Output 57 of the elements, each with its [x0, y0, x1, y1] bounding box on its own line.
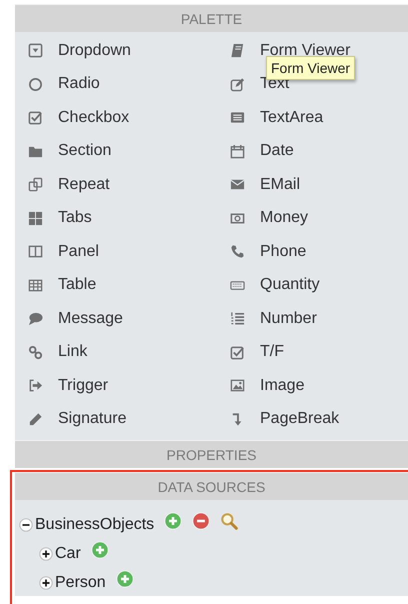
palette-item[interactable]: Money — [230, 202, 350, 235]
collapse-toggle[interactable] — [19, 518, 33, 532]
palette-item[interactable]: Checkbox — [28, 101, 230, 134]
panel-header: DATA SOURCES — [15, 472, 408, 500]
palette-item[interactable]: Quantity — [230, 268, 350, 302]
add-button[interactable] — [164, 512, 182, 530]
palette-item[interactable]: Table — [28, 268, 230, 302]
palette-item[interactable]: Radio — [28, 68, 230, 101]
tree-node-label[interactable]: Car — [55, 544, 81, 562]
palette-item[interactable]: Trigger — [28, 369, 230, 402]
expand-toggle[interactable] — [39, 546, 53, 560]
calendar-icon — [230, 144, 245, 159]
image-icon — [230, 378, 245, 394]
copy-icon — [28, 177, 43, 192]
palette-item[interactable]: Phone — [230, 235, 350, 268]
palette-item[interactable]: Message — [28, 302, 230, 336]
speech-bubble-icon — [28, 311, 43, 326]
panel-header: PALETTE — [15, 4, 408, 32]
radio-icon — [28, 76, 43, 92]
palette-item[interactable]: Section — [28, 134, 230, 168]
add-button[interactable] — [116, 570, 134, 588]
columns-icon — [28, 244, 43, 260]
add-button[interactable] — [90, 540, 109, 558]
palette-item[interactable]: Dropdown — [28, 34, 230, 68]
palette-item[interactable]: TextArea — [230, 101, 350, 134]
palette-item[interactable]: Signature — [28, 402, 230, 436]
sign-in-icon — [28, 378, 43, 394]
palette-item[interactable]: Link — [28, 336, 230, 369]
palette-item[interactable]: Image — [230, 369, 350, 402]
checkbox-icon — [230, 344, 245, 360]
tree-node-label[interactable]: Person — [55, 574, 106, 592]
book-icon — [230, 43, 245, 58]
dropdown-icon — [28, 43, 43, 58]
grid-icon — [28, 210, 43, 226]
edit-icon — [230, 76, 245, 92]
remove-button[interactable] — [192, 512, 210, 530]
palette-item[interactable]: Date — [230, 134, 350, 168]
palette-item[interactable]: Tabs — [28, 202, 230, 235]
tooltip: Form Viewer — [266, 56, 356, 80]
banknote-icon — [230, 210, 245, 226]
phone-icon — [230, 244, 245, 260]
checkbox-icon — [28, 110, 43, 126]
expand-toggle[interactable] — [39, 576, 53, 590]
link-icon — [28, 344, 43, 360]
palette-item[interactable]: EMail — [230, 168, 350, 202]
table-icon — [28, 278, 43, 293]
palette-item[interactable]: PageBreak — [230, 402, 350, 436]
panel-header: PROPERTIES — [15, 440, 408, 468]
palette-item[interactable]: Panel — [28, 235, 230, 268]
palette-item[interactable]: Number — [230, 302, 350, 336]
pencil-icon — [28, 412, 43, 427]
numbered-list-icon — [230, 311, 245, 326]
search-button[interactable] — [220, 512, 238, 530]
palette-item[interactable]: Repeat — [28, 168, 230, 202]
tree-node-label[interactable]: BusinessObjects — [35, 516, 154, 534]
text-area-icon — [230, 110, 245, 126]
palette-item[interactable]: T/F — [230, 336, 350, 369]
